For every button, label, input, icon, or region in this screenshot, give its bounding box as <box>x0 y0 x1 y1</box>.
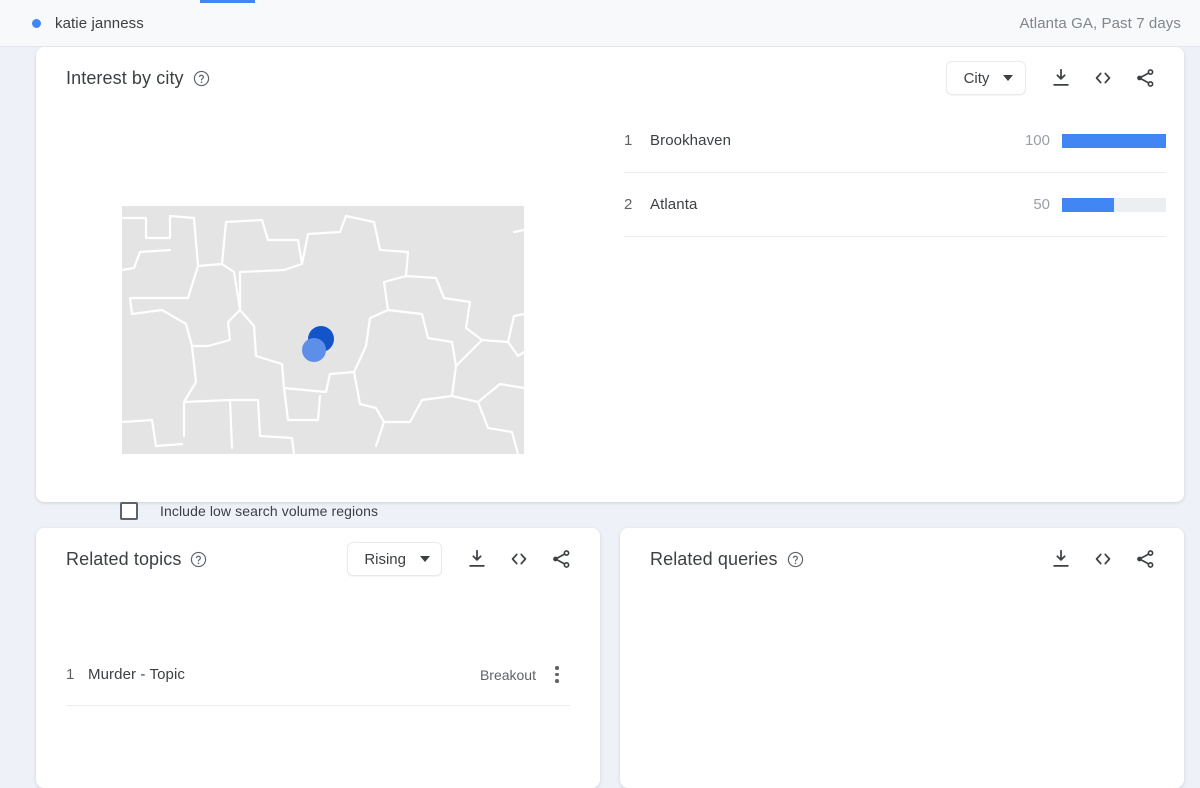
interest-by-city-body: Include low search volume regions 1 Broo… <box>36 109 1184 520</box>
interest-by-city-card: Interest by city City Include low search… <box>36 47 1184 520</box>
related-topics-card: Related topics Rising 1 Murder - Topic B… <box>36 528 600 788</box>
chevron-down-icon <box>420 556 430 562</box>
search-term-chip[interactable]: katie janness <box>32 15 144 32</box>
include-low-volume-label: Include low search volume regions <box>160 503 379 519</box>
related-topics-header: Related topics Rising <box>36 528 600 590</box>
embed-icon[interactable] <box>1082 58 1124 98</box>
share-icon[interactable] <box>540 539 582 579</box>
download-icon[interactable] <box>1040 58 1082 98</box>
include-low-volume-toggle[interactable]: Include low search volume regions <box>120 502 378 520</box>
region-type-value: City <box>963 69 990 87</box>
topics-sort-value: Rising <box>364 550 406 568</box>
rank-value: 50 <box>1033 196 1050 213</box>
table-row[interactable]: 2 Atlanta 50 <box>624 173 1166 237</box>
help-circle-icon[interactable] <box>190 551 207 568</box>
map-marker-atlanta[interactable] <box>302 338 326 362</box>
geo-map[interactable] <box>122 206 524 454</box>
related-queries-tools <box>1040 539 1166 579</box>
download-icon[interactable] <box>1040 539 1082 579</box>
bar-track <box>1062 133 1166 148</box>
related-queries-title: Related queries <box>650 548 778 569</box>
related-topics-spacer <box>36 590 600 644</box>
help-circle-icon[interactable] <box>787 551 804 568</box>
related-topics-title: Related topics <box>66 548 182 569</box>
topics-sort-dropdown[interactable]: Rising <box>347 542 442 576</box>
list-item[interactable]: 1 Murder - Topic Breakout <box>66 644 570 706</box>
more-options-icon[interactable] <box>544 660 570 690</box>
bar-track <box>1062 197 1166 212</box>
rank-value: 100 <box>1024 132 1050 149</box>
chevron-down-icon <box>1003 75 1014 81</box>
download-icon[interactable] <box>456 539 498 579</box>
interest-by-city-header: Interest by city City <box>36 47 1184 109</box>
embed-icon[interactable] <box>1082 539 1124 579</box>
share-icon[interactable] <box>1124 539 1166 579</box>
related-queries-header: Related queries <box>620 528 1184 590</box>
series-color-dot <box>32 18 41 28</box>
bar-fill <box>1062 133 1166 148</box>
scope-label: Atlanta GA, Past 7 days <box>1019 14 1181 32</box>
embed-icon[interactable] <box>498 539 540 579</box>
rank-number: 2 <box>624 196 633 213</box>
help-circle-icon[interactable] <box>193 70 210 87</box>
related-topics-tools: Rising <box>347 539 582 579</box>
topic-name: Murder - Topic <box>88 666 185 683</box>
related-queries-card: Related queries <box>620 528 1184 788</box>
table-row[interactable]: 1 Brookhaven 100 <box>624 109 1166 173</box>
region-type-dropdown[interactable]: City <box>946 61 1026 95</box>
rank-number: 1 <box>66 666 75 683</box>
status-badge: Breakout <box>479 666 536 683</box>
page-title: Interest by city <box>66 67 184 88</box>
rank-meter: 50 <box>1014 196 1166 213</box>
city-name: Brookhaven <box>650 132 732 149</box>
bar-fill <box>1062 197 1114 212</box>
search-term-label: katie janness <box>55 14 144 32</box>
city-rank-list: 1 Brookhaven 100 2 Atlanta 50 <box>624 109 1184 502</box>
active-tab-indicator <box>200 0 255 3</box>
map-column: Include low search volume regions <box>36 109 624 520</box>
topbar: katie janness Atlanta GA, Past 7 days <box>0 0 1200 47</box>
rank-number: 1 <box>624 132 633 149</box>
interest-by-city-tools: City <box>946 58 1166 98</box>
share-icon[interactable] <box>1124 58 1166 98</box>
checkbox-icon[interactable] <box>120 502 138 520</box>
rank-meter: 100 <box>1014 132 1166 149</box>
city-name: Atlanta <box>650 196 698 213</box>
related-queries-body <box>620 590 1184 591</box>
